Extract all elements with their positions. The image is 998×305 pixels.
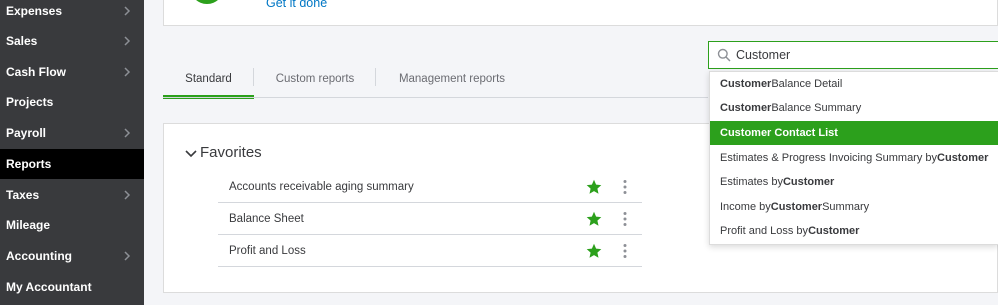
tab-label: Management reports	[398, 73, 506, 85]
suggestion-text: Estimates by	[720, 176, 783, 188]
favorite-report-link[interactable]: Profit and Loss	[229, 235, 306, 266]
suggestion-item[interactable]: Estimates by Customer	[710, 170, 998, 194]
tabs-divider-line	[163, 97, 708, 98]
suggestion-match: Customer	[808, 225, 860, 237]
chevron-right-icon	[124, 36, 131, 46]
chevron-right-icon	[124, 190, 131, 200]
suggestion-text: Balance Summary	[771, 102, 862, 114]
tab-management-reports[interactable]: Management reports	[376, 60, 528, 98]
suggestion-item[interactable]: Profit and Loss by Customer	[710, 219, 998, 243]
suggestion-item-highlighted[interactable]: Customer Contact List	[710, 121, 998, 145]
suggestion-item[interactable]: Customer Balance Detail	[710, 72, 998, 96]
sidebar-item-label: Reports	[6, 157, 52, 171]
favorite-row[interactable]: Profit and Loss	[218, 235, 642, 267]
suggestion-match: Customer	[782, 176, 835, 188]
sidebar-item-label: My Accountant	[6, 280, 92, 294]
sidebar-item-expenses[interactable]: Expenses	[0, 0, 144, 26]
suggestion-text: Balance Detail	[771, 78, 843, 90]
suggestion-match: Customer Contact List	[720, 127, 838, 139]
left-nav-sidebar: Expenses Sales Cash Flow Projects Payrol…	[0, 0, 144, 305]
sidebar-item-label: Payroll	[6, 126, 47, 140]
chevron-right-icon	[124, 6, 131, 16]
sidebar-item-reports[interactable]: Reports	[0, 149, 144, 179]
sidebar-item-my-accountant[interactable]: My Accountant	[0, 272, 144, 302]
sidebar-item-label: Accounting	[6, 249, 72, 263]
report-search-box	[708, 41, 998, 69]
suggestion-text: Profit and Loss by	[720, 225, 809, 237]
sidebar-item-cash-flow[interactable]: Cash Flow	[0, 57, 144, 87]
suggestion-text: Income by	[720, 201, 771, 213]
suggestion-text: Estimates & Progress Invoicing Summary b…	[720, 152, 938, 164]
tab-label: Standard	[185, 73, 232, 85]
star-icon[interactable]	[586, 179, 602, 195]
banner-circle-icon	[190, 0, 224, 4]
favorite-report-link[interactable]: Balance Sheet	[229, 203, 304, 234]
suggestion-item[interactable]: Estimates & Progress Invoicing Summary b…	[710, 146, 998, 170]
banner-card: Get it done	[163, 0, 998, 26]
star-icon[interactable]	[586, 243, 602, 259]
report-tabs: Standard Custom reports Management repor…	[163, 60, 708, 100]
favorites-title: Favorites	[200, 144, 262, 161]
tab-custom-reports[interactable]: Custom reports	[254, 60, 376, 98]
search-suggestions-dropdown: Customer Balance Detail Customer Balance…	[709, 71, 998, 245]
favorite-report-link[interactable]: Accounts receivable aging summary	[229, 171, 414, 202]
search-input[interactable]	[736, 45, 991, 65]
tab-label: Custom reports	[275, 73, 355, 85]
chevron-right-icon	[124, 67, 131, 77]
sidebar-item-label: Cash Flow	[6, 65, 67, 79]
sidebar-item-label: Sales	[6, 34, 38, 48]
suggestion-match: Customer	[720, 102, 772, 114]
suggestion-item[interactable]: Customer Balance Summary	[710, 96, 998, 120]
chevron-right-icon	[124, 128, 131, 138]
search-icon	[717, 48, 731, 62]
suggestion-match: Customer	[770, 201, 823, 213]
sidebar-item-mileage[interactable]: Mileage	[0, 210, 144, 240]
star-icon[interactable]	[586, 211, 602, 227]
favorite-row[interactable]: Balance Sheet	[218, 203, 642, 235]
get-it-done-link[interactable]: Get it done	[266, 0, 327, 10]
sidebar-item-payroll[interactable]: Payroll	[0, 118, 144, 148]
tab-standard[interactable]: Standard	[163, 60, 254, 99]
favorites-header[interactable]: Favorites	[184, 144, 262, 161]
sidebar-item-label: Expenses	[6, 4, 63, 18]
suggestion-item[interactable]: Income by Customer Summary	[710, 195, 998, 219]
sidebar-item-sales[interactable]: Sales	[0, 26, 144, 56]
suggestion-text: Summary	[822, 201, 870, 213]
chevron-right-icon	[124, 251, 131, 261]
sidebar-item-projects[interactable]: Projects	[0, 87, 144, 117]
sidebar-item-label: Mileage	[6, 218, 51, 232]
sidebar-item-label: Taxes	[6, 188, 40, 202]
chevron-down-icon	[185, 149, 197, 157]
sidebar-item-taxes[interactable]: Taxes	[0, 180, 144, 210]
more-options-icon[interactable]	[618, 243, 632, 259]
sidebar-item-label: Projects	[6, 95, 54, 109]
suggestion-match: Customer	[937, 152, 989, 164]
more-options-icon[interactable]	[618, 211, 632, 227]
sidebar-item-accounting[interactable]: Accounting	[0, 241, 144, 271]
suggestion-match: Customer	[720, 78, 772, 90]
favorite-row[interactable]: Accounts receivable aging summary	[218, 171, 642, 203]
more-options-icon[interactable]	[618, 179, 632, 195]
